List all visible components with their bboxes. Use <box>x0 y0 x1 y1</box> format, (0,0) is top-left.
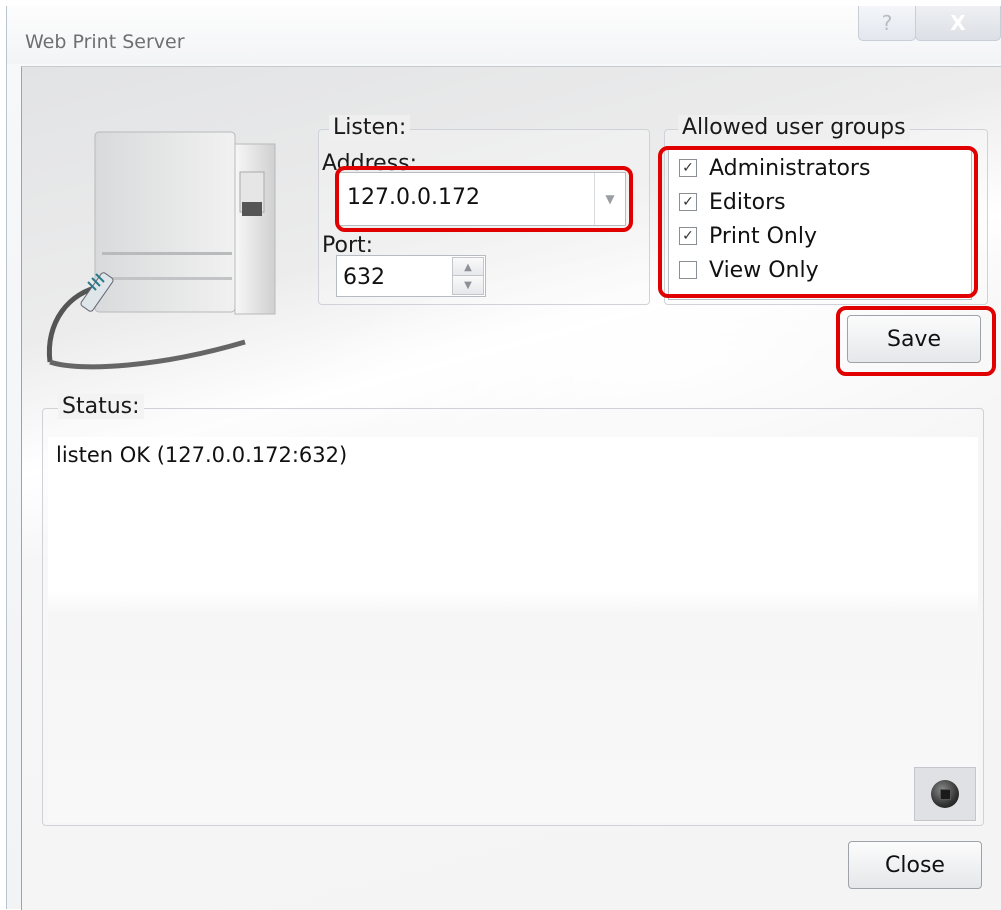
chevron-down-icon[interactable]: ▼ <box>594 173 625 225</box>
save-button[interactable]: Save <box>847 315 981 363</box>
window-close-button[interactable]: X <box>915 6 1001 41</box>
group-label: Print Only <box>709 223 817 249</box>
group-item-view-only[interactable]: View Only <box>679 255 819 285</box>
port-spinbox[interactable]: 632 ▲ ▼ <box>336 255 486 297</box>
stop-server-button[interactable] <box>914 767 976 821</box>
group-label: View Only <box>709 257 819 283</box>
stop-icon <box>931 780 959 808</box>
title-bar: Web Print Server ? X <box>7 6 1001 64</box>
checkbox[interactable]: ✓ <box>679 193 697 211</box>
checkbox[interactable] <box>679 261 697 279</box>
status-text: listen OK (127.0.0.172:632) <box>56 443 348 467</box>
help-icon: ? <box>881 11 893 35</box>
window-title: Web Print Server <box>25 31 185 53</box>
group-label: Administrators <box>709 155 871 181</box>
spin-down-icon[interactable]: ▼ <box>452 275 484 295</box>
checkbox[interactable]: ✓ <box>679 159 697 177</box>
checkbox[interactable]: ✓ <box>679 227 697 245</box>
address-combobox[interactable]: 127.0.0.172 ▼ <box>336 172 626 226</box>
group-label: Editors <box>709 189 786 215</box>
printer-icon <box>46 131 276 370</box>
help-button[interactable]: ? <box>858 6 916 41</box>
group-item-print-only[interactable]: ✓ Print Only <box>679 221 817 251</box>
group-item-administrators[interactable]: ✓ Administrators <box>679 153 870 183</box>
spin-up-icon[interactable]: ▲ <box>452 257 484 277</box>
user-groups-legend: Allowed user groups <box>678 115 910 140</box>
status-log[interactable]: listen OK (127.0.0.172:632) <box>48 437 978 823</box>
listen-legend: Listen: <box>329 115 411 140</box>
group-item-editors[interactable]: ✓ Editors <box>679 187 786 217</box>
port-value: 632 <box>343 265 385 290</box>
user-groups-list: ✓ Administrators ✓ Editors ✓ Print Only … <box>668 148 972 300</box>
close-icon: X <box>950 11 966 35</box>
close-button[interactable]: Close <box>848 841 982 889</box>
address-value: 127.0.0.172 <box>347 185 480 210</box>
status-legend: Status: <box>58 394 144 419</box>
